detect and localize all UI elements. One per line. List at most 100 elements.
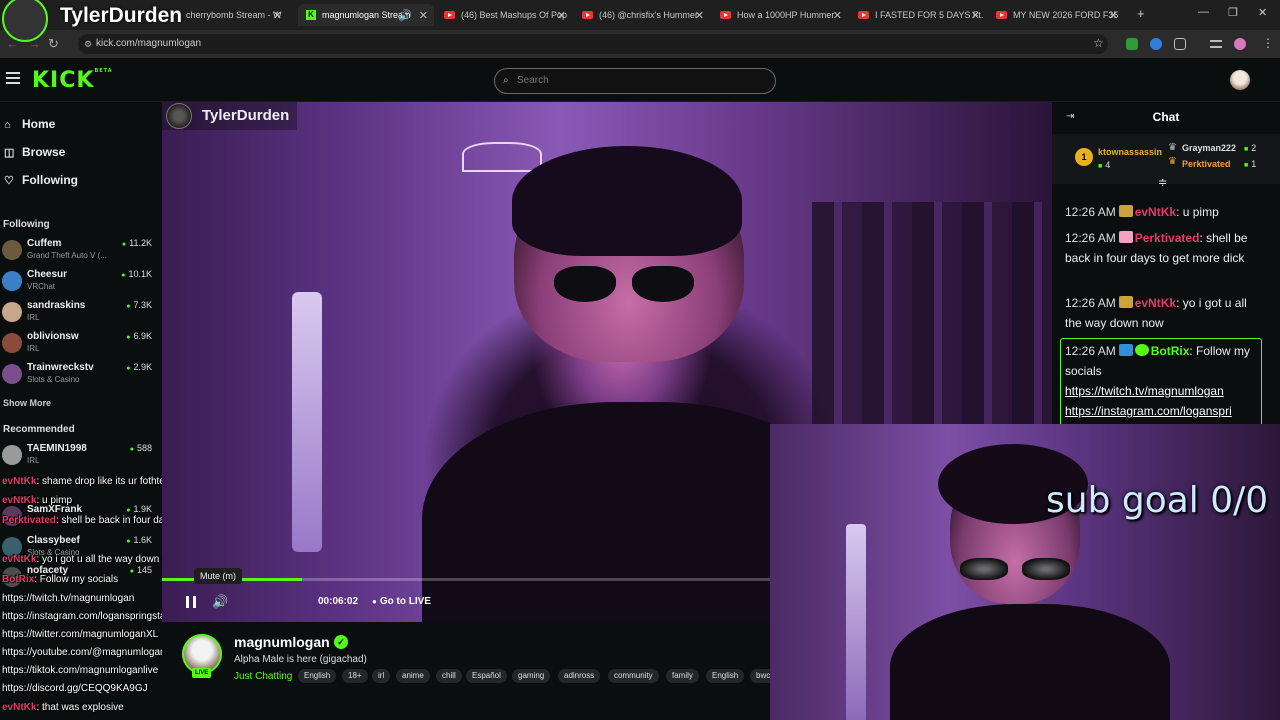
- close-tab-icon[interactable]: ✕: [833, 9, 842, 22]
- overlay-chat-line: BotRix: Follow my socials: [2, 574, 119, 585]
- browser-address-bar: ← → ↻ ⚙ kick.com/magnumlogan ☆: [0, 30, 1280, 58]
- recommended-header: Recommended: [3, 424, 75, 435]
- go-to-live-button[interactable]: Go to LIVE: [372, 596, 431, 607]
- new-tab-icon[interactable]: +: [1137, 6, 1145, 21]
- viewer-count: 6.9K: [126, 331, 152, 341]
- search-icon: ⌕: [503, 75, 509, 86]
- leaderboard-name[interactable]: Perktivated: [1182, 159, 1231, 169]
- viewer-count: 10.1K: [121, 269, 152, 279]
- stream-tag[interactable]: 18+: [342, 669, 368, 683]
- close-tab-icon[interactable]: ✕: [695, 9, 704, 22]
- bookmark-star-icon[interactable]: ☆: [1093, 36, 1104, 50]
- browser-tab-active[interactable]: K magnumlogan Stream 🔊 ✕: [298, 4, 434, 26]
- extension-icon[interactable]: [1126, 38, 1138, 50]
- channel-name: Classybeef: [27, 535, 80, 546]
- channel-name: TAEMIN1998: [27, 443, 87, 454]
- browser-tab[interactable]: cherrybomb Stream - W ✕: [178, 4, 288, 26]
- browser-tab[interactable]: I FASTED FOR 5 DAYS Ft. ✕: [850, 4, 986, 26]
- browser-tab[interactable]: How a 1000HP Hummer ✕: [712, 4, 848, 26]
- expand-leaderboard-icon[interactable]: ≑: [1158, 176, 1167, 189]
- channel-category: IRL: [27, 456, 40, 465]
- stream-title: Alpha Male is here (gigachad): [234, 654, 367, 665]
- stream-tag[interactable]: adinross: [558, 669, 601, 683]
- browser-menu-icon[interactable]: ⋮: [1262, 36, 1274, 50]
- chat-message: 12:26 AM Perktivated: shell be back in fo…: [1065, 231, 1248, 265]
- youtube-favicon-icon: [858, 11, 869, 19]
- menu-icon[interactable]: [6, 72, 20, 84]
- channel-name[interactable]: magnumlogan: [234, 634, 330, 650]
- viewer-count: 7.3K: [126, 300, 152, 310]
- kick-logo[interactable]: KICKBETA: [32, 68, 113, 93]
- chat-link[interactable]: https://twitch.tv/magnumlogan: [1065, 384, 1224, 398]
- channel-name: Cuffem: [27, 238, 62, 249]
- following-channel[interactable]: Cheesur VRChat 10.1K: [2, 267, 158, 297]
- close-tab-icon[interactable]: ✕: [419, 9, 428, 22]
- reload-icon[interactable]: ↻: [48, 36, 59, 52]
- sidebar-item-home[interactable]: ⌂ Home: [4, 114, 55, 134]
- url-text: kick.com/magnumlogan: [96, 38, 202, 49]
- stream-tag[interactable]: English: [706, 669, 745, 683]
- tab-label: MY NEW 2026 FORD F35: [1013, 10, 1119, 20]
- search-input[interactable]: ⌕ Search: [494, 68, 776, 94]
- video-progress-bar[interactable]: [162, 578, 770, 581]
- sidebar-item-browse[interactable]: ◫ Browse: [4, 142, 65, 162]
- leaderboard-name[interactable]: ktownassassin: [1098, 147, 1162, 157]
- tab-label: (46) @chrisfix's Hummer: [599, 10, 698, 20]
- pause-icon[interactable]: [186, 596, 196, 608]
- following-channel[interactable]: Trainwreckstv Slots & Casino 2.9K: [2, 360, 158, 390]
- site-info-icon[interactable]: ⚙: [84, 34, 92, 54]
- stream-tag[interactable]: family: [666, 669, 699, 683]
- sidebar: ⌂ Home ◫ Browse ♡ Following Following Cuffe…: [0, 102, 162, 720]
- browser-tab[interactable]: (46) Best Mashups Of Pop ✕: [436, 4, 572, 26]
- channel-name: Cheesur: [27, 269, 68, 280]
- stream-tag[interactable]: English: [298, 669, 337, 683]
- minimize-icon[interactable]: —: [1198, 6, 1209, 18]
- mute-tooltip: Mute (m): [194, 568, 242, 584]
- extension-icon[interactable]: [1150, 38, 1162, 50]
- overlay-avatar: [2, 0, 48, 42]
- stream-tag[interactable]: Español: [466, 669, 507, 683]
- video-scene-sunglasses: [554, 266, 694, 306]
- close-window-icon[interactable]: ✕: [1258, 6, 1267, 19]
- browser-tab[interactable]: (46) @chrisfix's Hummer ✕: [574, 4, 710, 26]
- stream-category-link[interactable]: Just Chatting: [234, 671, 292, 682]
- stream-tag[interactable]: chill: [436, 669, 462, 683]
- tab-label: (46) Best Mashups Of Pop: [461, 10, 568, 20]
- profile-avatar-icon[interactable]: [1234, 38, 1246, 50]
- browser-tab[interactable]: MY NEW 2026 FORD F35 ✕: [988, 4, 1124, 26]
- media-control-icon[interactable]: [1210, 40, 1222, 48]
- recommended-channel[interactable]: TAEMIN1998 IRL 588: [2, 441, 158, 471]
- browser-tab-bar: cherrybomb Stream - W ✕ K magnumlogan St…: [0, 0, 1280, 30]
- close-tab-icon[interactable]: ✕: [557, 9, 566, 22]
- channel-category: VRChat: [27, 282, 56, 291]
- close-tab-icon[interactable]: ✕: [1109, 9, 1118, 22]
- video-scene-hanger: [462, 142, 542, 172]
- overlay-chat-line: evNtKk: yo i got u all the way down now: [2, 554, 181, 565]
- following-channel[interactable]: oblivionsw IRL 6.9K: [2, 329, 158, 359]
- youtube-favicon-icon: [720, 11, 731, 19]
- channel-avatar: [2, 271, 22, 291]
- stream-tag[interactable]: anime: [396, 669, 430, 683]
- close-tab-icon[interactable]: ✕: [273, 9, 282, 22]
- url-field[interactable]: ⚙ kick.com/magnumlogan: [78, 34, 1108, 54]
- user-avatar[interactable]: [1230, 70, 1250, 90]
- close-tab-icon[interactable]: ✕: [971, 9, 980, 22]
- extensions-puzzle-icon[interactable]: [1174, 38, 1186, 50]
- following-channel[interactable]: sandraskins IRL 7.3K: [2, 298, 158, 328]
- restore-icon[interactable]: ❐: [1228, 6, 1238, 19]
- stream-tag[interactable]: irl: [372, 669, 391, 683]
- chat-link[interactable]: https://instagram.com/loganspri: [1065, 404, 1232, 418]
- sidebar-item-following[interactable]: ♡ Following: [4, 170, 78, 190]
- leaderboard-name[interactable]: Grayman222: [1182, 143, 1236, 153]
- viewer-count: 2.9K: [126, 362, 152, 372]
- volume-icon[interactable]: 🔊: [212, 594, 228, 610]
- show-more-button[interactable]: Show More: [3, 398, 51, 408]
- stream-tag[interactable]: community: [608, 669, 659, 683]
- stream-tag[interactable]: gaming: [512, 669, 551, 683]
- speaker-icon[interactable]: 🔊: [398, 9, 412, 22]
- following-channel[interactable]: Cuffem Grand Theft Auto V (... 11.2K: [2, 236, 158, 266]
- overlay-chat-line: evNtKk: u pimp: [2, 495, 73, 506]
- sub-goal-text: sub goal 0/0: [1046, 480, 1269, 521]
- overlay-chat-link: https://twitch.tv/magnumlogan: [2, 593, 135, 604]
- channel-avatar: [2, 240, 22, 260]
